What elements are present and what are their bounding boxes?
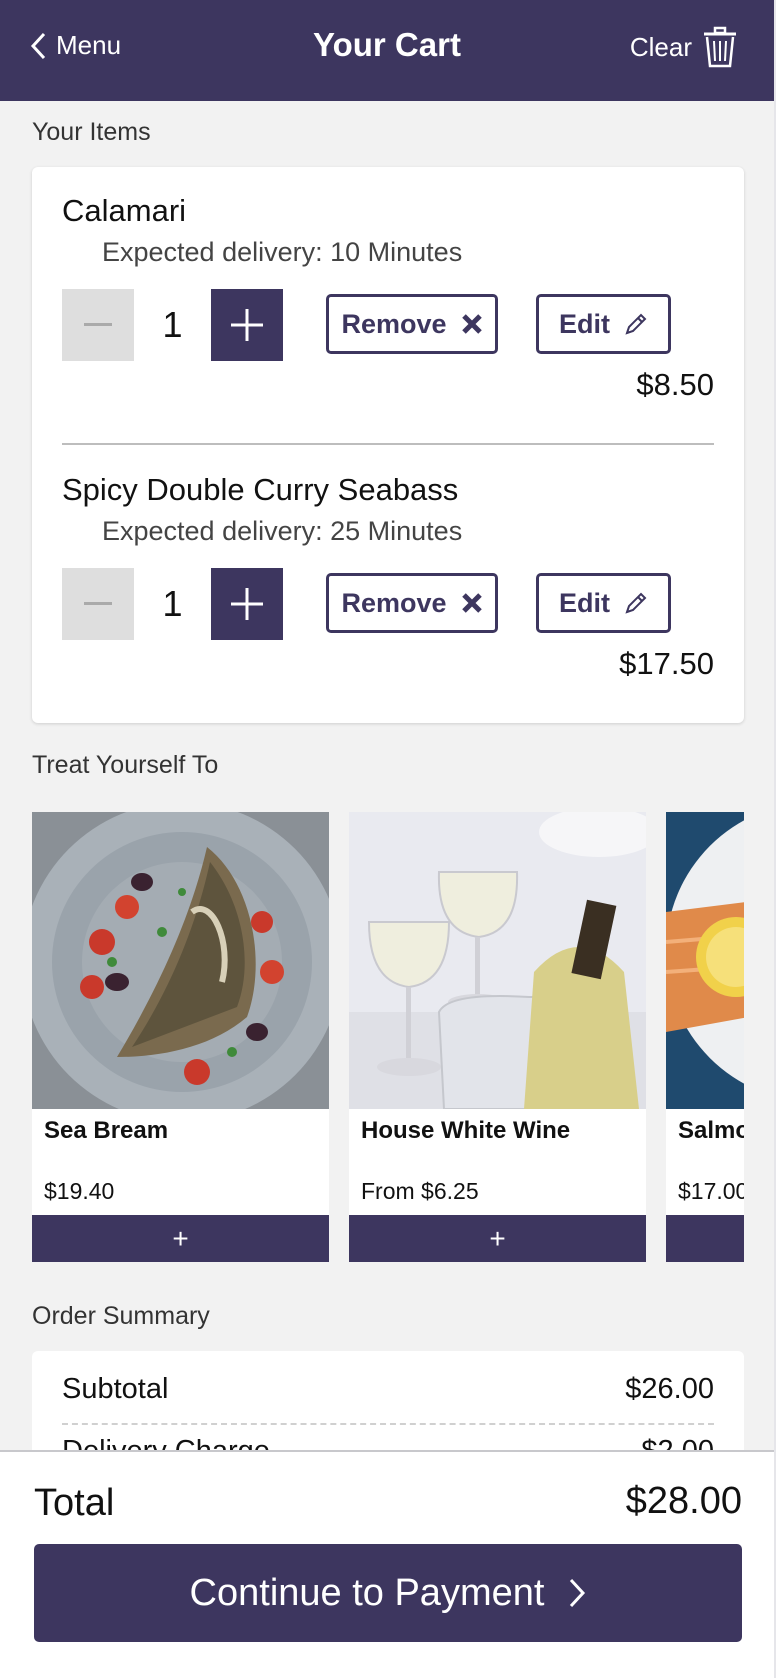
recommendations-carousel[interactable]: Sea Bream $19.40 + House White Wine From… xyxy=(32,812,744,1262)
remove-button[interactable]: Remove xyxy=(326,294,498,354)
edit-label: Edit xyxy=(559,308,610,339)
product-price: $17.00 xyxy=(678,1178,744,1204)
order-summary-label: Order Summary xyxy=(32,1302,210,1330)
house-white-wine-image xyxy=(349,812,646,1109)
edit-button[interactable]: Edit xyxy=(536,573,671,633)
salmon-image xyxy=(666,812,744,1109)
minus-icon xyxy=(84,602,112,605)
clear-label: Clear xyxy=(629,31,692,62)
product-price: $19.40 xyxy=(44,1178,115,1204)
pencil-icon xyxy=(625,592,647,614)
product-card[interactable]: Sea Bream $19.40 + xyxy=(32,812,329,1262)
item-price: $17.50 xyxy=(619,646,714,681)
item-name: Spicy Double Curry Seabass xyxy=(62,472,459,507)
treat-yourself-label: Treat Yourself To xyxy=(32,751,219,779)
cart-items-card: Calamari Expected delivery: 10 Minutes 1… xyxy=(32,167,744,723)
remove-label: Remove xyxy=(341,308,447,339)
product-name: House White Wine xyxy=(361,1117,571,1144)
decrease-qty-button[interactable] xyxy=(62,568,134,640)
item-price: $8.50 xyxy=(636,367,714,402)
item-eta: Expected delivery: 25 Minutes xyxy=(102,516,463,546)
chevron-right-icon xyxy=(570,1578,586,1608)
product-price: From $6.25 xyxy=(361,1178,479,1204)
edit-button[interactable]: Edit xyxy=(536,294,671,354)
increase-qty-button[interactable] xyxy=(211,289,283,361)
clear-cart-button[interactable]: Clear xyxy=(630,26,738,68)
add-to-cart-button[interactable]: + xyxy=(349,1215,646,1262)
item-eta: Expected delivery: 10 Minutes xyxy=(102,237,463,267)
subtotal-row: Subtotal $26.00 xyxy=(62,1373,714,1406)
your-items-label: Your Items xyxy=(32,118,151,146)
product-name: Sea Bream xyxy=(44,1117,169,1144)
continue-to-payment-button[interactable]: Continue to Payment xyxy=(34,1544,742,1642)
decrease-qty-button[interactable] xyxy=(62,289,134,361)
subtotal-label: Subtotal xyxy=(62,1373,169,1405)
minus-icon xyxy=(84,323,112,326)
subtotal-value: $26.00 xyxy=(625,1373,714,1405)
item-name: Calamari xyxy=(62,193,187,228)
plus-icon xyxy=(231,588,263,620)
increase-qty-button[interactable] xyxy=(211,568,283,640)
checkout-footer: Total $28.00 Continue to Payment xyxy=(0,1450,774,1678)
trash-icon xyxy=(704,26,736,68)
app-header: Menu Your Cart Clear xyxy=(0,0,774,101)
close-icon xyxy=(461,314,482,334)
remove-button[interactable]: Remove xyxy=(326,573,498,633)
summary-divider xyxy=(62,1423,714,1425)
item-divider xyxy=(62,443,714,445)
remove-label: Remove xyxy=(341,587,447,618)
add-to-cart-button[interactable]: + xyxy=(666,1215,744,1262)
product-card[interactable]: House White Wine From $6.25 + xyxy=(349,812,646,1262)
qty-value: 1 xyxy=(162,583,183,624)
pencil-icon xyxy=(625,313,647,335)
total-label: Total xyxy=(34,1482,115,1524)
add-to-cart-button[interactable]: + xyxy=(32,1215,329,1262)
product-name: Salmon xyxy=(678,1117,744,1144)
total-value: $28.00 xyxy=(625,1480,742,1522)
plus-icon xyxy=(231,309,263,341)
qty-value: 1 xyxy=(162,304,183,345)
pay-label: Continue to Payment xyxy=(189,1571,545,1614)
edit-label: Edit xyxy=(559,587,610,618)
product-card[interactable]: Salmon $17.00 + xyxy=(666,812,744,1262)
sea-bream-image xyxy=(32,812,329,1109)
close-icon xyxy=(461,593,482,613)
